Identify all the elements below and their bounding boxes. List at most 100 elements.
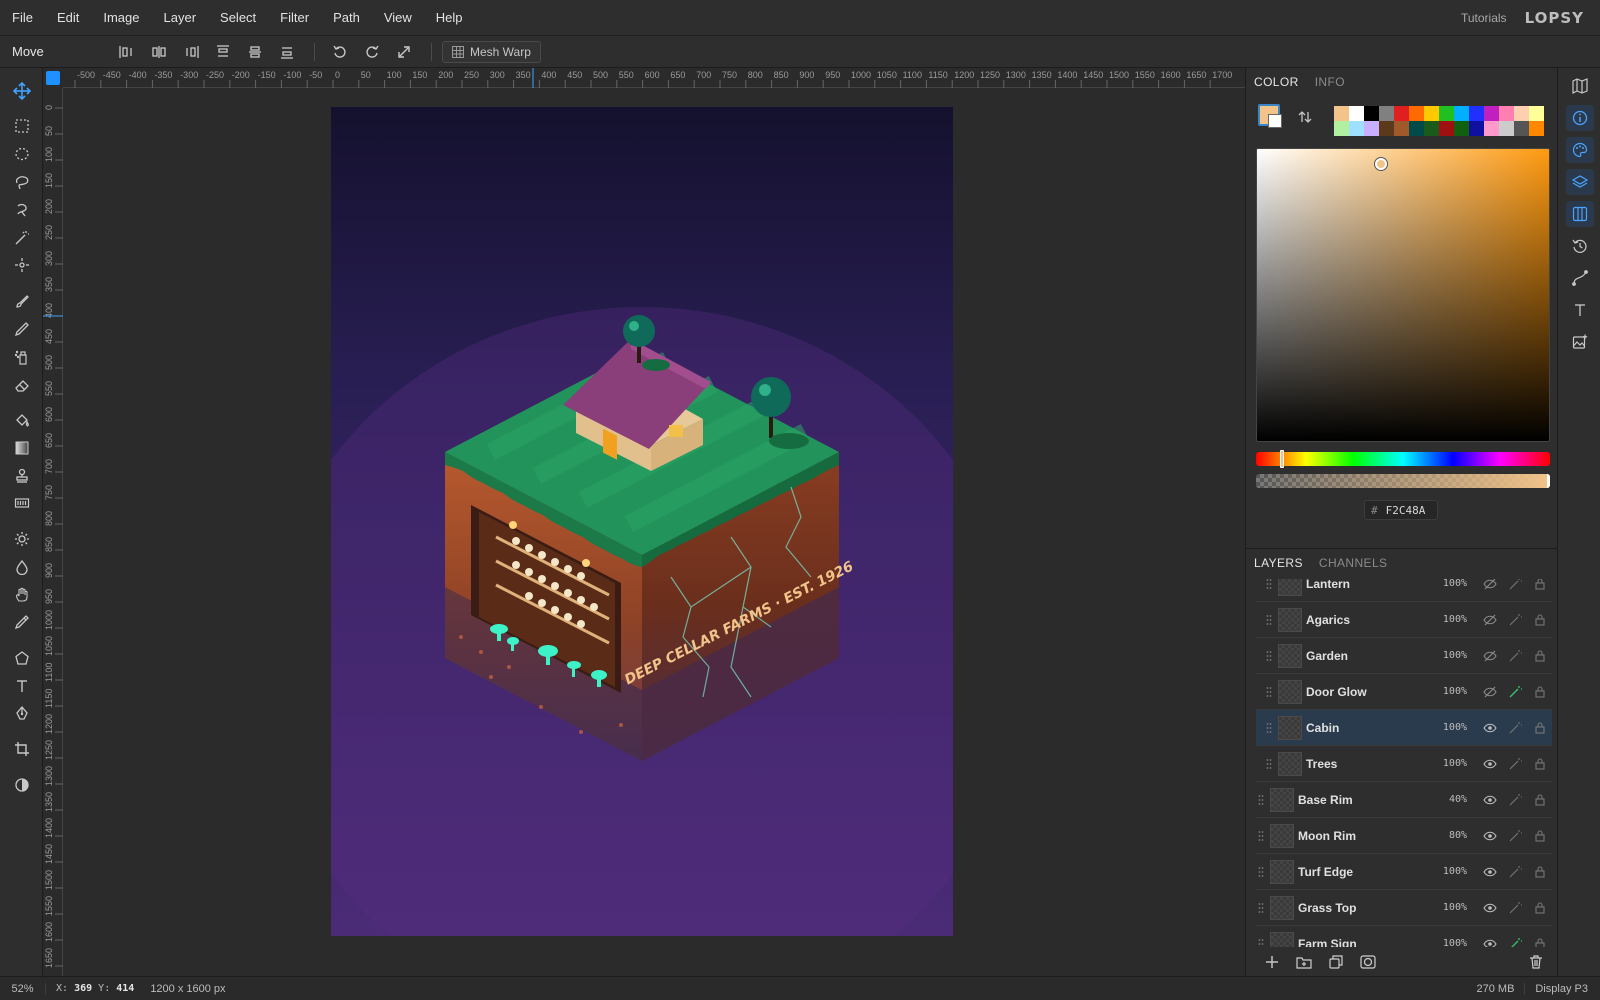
layer-effects-icon[interactable] [1502,649,1527,663]
align-right-icon[interactable] [176,39,206,65]
menu-edit[interactable]: Edit [45,10,91,25]
align-top-icon[interactable] [208,39,238,65]
palette-swatch[interactable] [1334,121,1349,136]
layer-effects-icon[interactable] [1502,901,1527,915]
layer-opacity[interactable]: 100% [1431,650,1467,661]
crop-icon[interactable] [8,736,36,762]
rotate-right-icon[interactable] [357,39,387,65]
navigator-icon[interactable] [1566,73,1594,99]
palette-swatch[interactable] [1484,106,1499,121]
menu-path[interactable]: Path [321,10,372,25]
marquee-rect-icon[interactable] [8,113,36,139]
quick-select-icon[interactable] [8,252,36,278]
palette-swatch[interactable] [1424,121,1439,136]
drag-handle-icon[interactable] [1264,579,1274,590]
menu-layer[interactable]: Layer [152,10,209,25]
menu-help[interactable]: Help [424,10,475,25]
drag-handle-icon[interactable] [1264,614,1274,626]
lock-icon[interactable] [1527,685,1552,698]
paths-icon[interactable] [1566,265,1594,291]
swap-colors-icon[interactable] [1298,110,1312,127]
layer-opacity[interactable]: 100% [1431,722,1467,733]
move-tool-icon[interactable] [8,78,36,104]
palette-swatch[interactable] [1349,121,1364,136]
layer-row[interactable]: Turf Edge 100% [1256,854,1552,890]
channels-icon[interactable] [1566,201,1594,227]
palette-swatch[interactable] [1514,121,1529,136]
dodge-icon[interactable] [8,526,36,552]
palette-swatch[interactable] [1409,106,1424,121]
palette-swatch[interactable] [1454,121,1469,136]
drag-handle-icon[interactable] [1256,830,1266,842]
saturation-value-picker[interactable] [1256,148,1550,442]
menu-filter[interactable]: Filter [268,10,321,25]
pen-tool-icon[interactable] [8,700,36,726]
palette-swatch[interactable] [1364,106,1379,121]
contrast-icon[interactable] [8,772,36,798]
text-tool-icon[interactable] [8,673,36,699]
layer-effects-icon[interactable] [1502,721,1527,735]
expand-icon[interactable] [389,39,419,65]
layer-effects-icon[interactable] [1502,579,1527,591]
hue-slider-handle[interactable] [1280,450,1284,468]
drag-handle-icon[interactable] [1256,794,1266,806]
lock-icon[interactable] [1527,901,1552,914]
palette-swatch[interactable] [1499,121,1514,136]
eye-icon[interactable] [1477,939,1502,947]
eye-off-icon[interactable] [1477,579,1502,590]
align-left-icon[interactable] [112,39,142,65]
hex-input[interactable]: # F2C48A [1364,500,1438,520]
layer-opacity[interactable]: 100% [1431,938,1467,947]
palette-swatch[interactable] [1394,106,1409,121]
layer-row[interactable]: Grass Top 100% [1256,890,1552,926]
brush-icon[interactable] [8,288,36,314]
zoom-level[interactable]: 52% [0,982,46,995]
palette-swatch[interactable] [1439,106,1454,121]
marquee-ellipse-icon[interactable] [8,141,36,167]
tutorials-link[interactable]: Tutorials [1461,11,1507,25]
layers-icon[interactable] [1566,169,1594,195]
eyedropper-icon[interactable] [8,609,36,635]
menu-view[interactable]: View [372,10,424,25]
tab-info[interactable]: INFO [1307,68,1353,96]
lock-icon[interactable] [1527,613,1552,626]
palette-swatch[interactable] [1379,106,1394,121]
lock-icon[interactable] [1527,937,1552,947]
paint-bucket-icon[interactable] [8,407,36,433]
layer-effects-icon[interactable] [1502,829,1527,843]
palette-swatch[interactable] [1499,106,1514,121]
layer-row[interactable]: Farm Sign 100% [1256,926,1552,947]
layer-opacity[interactable]: 100% [1431,902,1467,913]
eye-off-icon[interactable] [1477,686,1502,698]
character-icon[interactable] [1566,297,1594,323]
layer-row[interactable]: Moon Rim 80% [1256,818,1552,854]
layer-opacity[interactable]: 100% [1431,686,1467,697]
pattern-icon[interactable] [8,490,36,516]
lock-icon[interactable] [1527,721,1552,734]
drag-handle-icon[interactable] [1256,866,1266,878]
palette-swatch[interactable] [1394,121,1409,136]
hue-slider[interactable] [1256,450,1550,468]
eye-icon[interactable] [1477,903,1502,913]
duplicate-layer-icon[interactable] [1320,950,1352,974]
palette-swatch[interactable] [1469,106,1484,121]
eye-off-icon[interactable] [1477,614,1502,626]
align-center-h-icon[interactable] [144,39,174,65]
color-palette-icon[interactable] [1566,137,1594,163]
drag-handle-icon[interactable] [1264,650,1274,662]
spray-icon[interactable] [8,344,36,370]
menu-select[interactable]: Select [208,10,268,25]
layer-opacity[interactable]: 100% [1431,758,1467,769]
layer-effects-icon[interactable] [1502,793,1527,807]
menu-image[interactable]: Image [91,10,151,25]
layer-row[interactable]: Base Rim 40% [1256,782,1552,818]
palette-swatch[interactable] [1349,106,1364,121]
eye-icon[interactable] [1477,795,1502,805]
alpha-slider-handle[interactable] [1547,474,1550,488]
eye-off-icon[interactable] [1477,650,1502,662]
lock-icon[interactable] [1527,757,1552,770]
magnetic-lasso-icon[interactable] [8,197,36,223]
delete-layer-icon[interactable] [1520,950,1552,974]
layer-opacity[interactable]: 100% [1431,614,1467,625]
tab-color[interactable]: COLOR [1246,68,1307,96]
